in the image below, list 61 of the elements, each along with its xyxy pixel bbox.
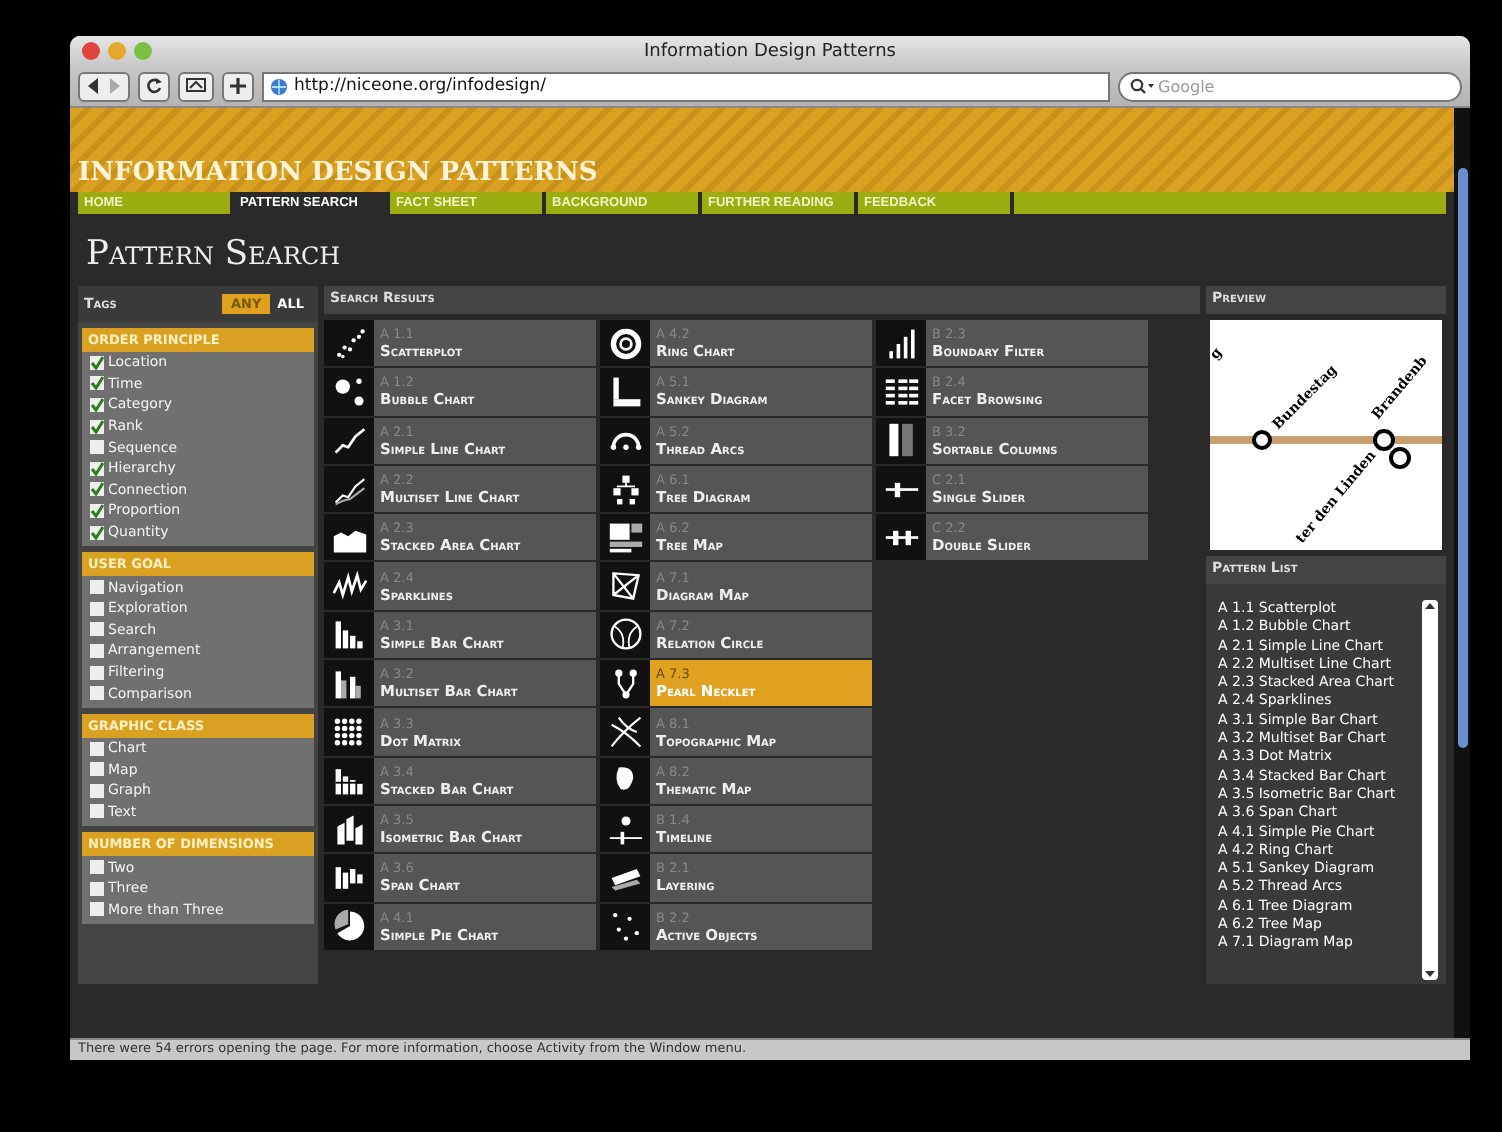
station-icon	[1252, 430, 1272, 450]
list-scrollbar[interactable]	[1422, 600, 1438, 980]
page-scrollbar[interactable]	[1454, 108, 1470, 1038]
checkbox[interactable]	[90, 860, 104, 875]
scatter-plot-icon	[331, 325, 367, 362]
checkbox[interactable]	[90, 804, 104, 819]
dots-icon	[607, 908, 643, 945]
reload-button[interactable]	[138, 71, 170, 101]
dot-grid-icon	[331, 714, 367, 751]
checkbox[interactable]	[90, 643, 104, 658]
checkbox[interactable]	[90, 783, 104, 798]
checkbox[interactable]	[90, 461, 104, 476]
checkbox[interactable]	[90, 503, 104, 518]
bar-chart-icon	[331, 665, 367, 702]
line-chart-icon	[331, 422, 367, 459]
checkbox[interactable]	[90, 482, 104, 497]
search-icon	[1130, 78, 1154, 94]
tree-icon	[607, 471, 643, 508]
network-icon	[607, 568, 643, 605]
checkbox[interactable]	[90, 440, 104, 455]
globe-icon	[270, 77, 288, 95]
sparkline-icon	[331, 568, 367, 605]
add-bookmark-button[interactable]	[222, 71, 254, 101]
interchange-icon	[1373, 429, 1411, 469]
reload-icon	[146, 78, 162, 94]
checkbox[interactable]	[90, 762, 104, 777]
treemap-icon	[607, 519, 643, 556]
facets-icon	[883, 373, 919, 410]
checkbox[interactable]	[90, 881, 104, 896]
back-forward-button[interactable]	[78, 71, 130, 101]
checkbox[interactable]	[90, 376, 104, 391]
checkbox[interactable]	[90, 741, 104, 756]
pie-chart-icon	[331, 908, 367, 945]
checkbox[interactable]	[90, 580, 104, 595]
checkbox[interactable]	[90, 665, 104, 680]
address-field[interactable]: http://niceone.org/infodesign/	[262, 71, 1110, 101]
checkbox[interactable]	[90, 397, 104, 412]
checkbox[interactable]	[90, 622, 104, 637]
page-heading: Pattern Search	[86, 234, 343, 274]
window-title: Information Design Patterns	[644, 41, 896, 61]
scroll-up-icon[interactable]	[1424, 600, 1436, 612]
checkbox[interactable]	[90, 419, 104, 434]
timeline-icon	[607, 811, 643, 848]
circle-icon	[607, 616, 643, 653]
bubbles-icon	[331, 373, 367, 410]
checkbox[interactable]	[90, 902, 104, 917]
checkbox[interactable]	[90, 525, 104, 540]
checkbox[interactable]	[90, 686, 104, 701]
screen-icon[interactable]	[178, 71, 214, 101]
plus-icon	[230, 78, 246, 94]
scroll-down-icon[interactable]	[1424, 968, 1436, 980]
back-forward-icon	[86, 78, 122, 94]
isometric-bars-icon	[331, 811, 367, 848]
site-title: INFORMATION DESIGN PATTERNS	[78, 158, 598, 188]
signal-bars-icon	[883, 325, 919, 362]
columns-icon	[883, 422, 919, 459]
ring-icon	[607, 325, 643, 362]
bar-chart-icon	[331, 616, 367, 653]
checkbox[interactable]	[90, 355, 104, 370]
close-button[interactable]	[82, 42, 100, 60]
checkbox[interactable]	[90, 601, 104, 616]
